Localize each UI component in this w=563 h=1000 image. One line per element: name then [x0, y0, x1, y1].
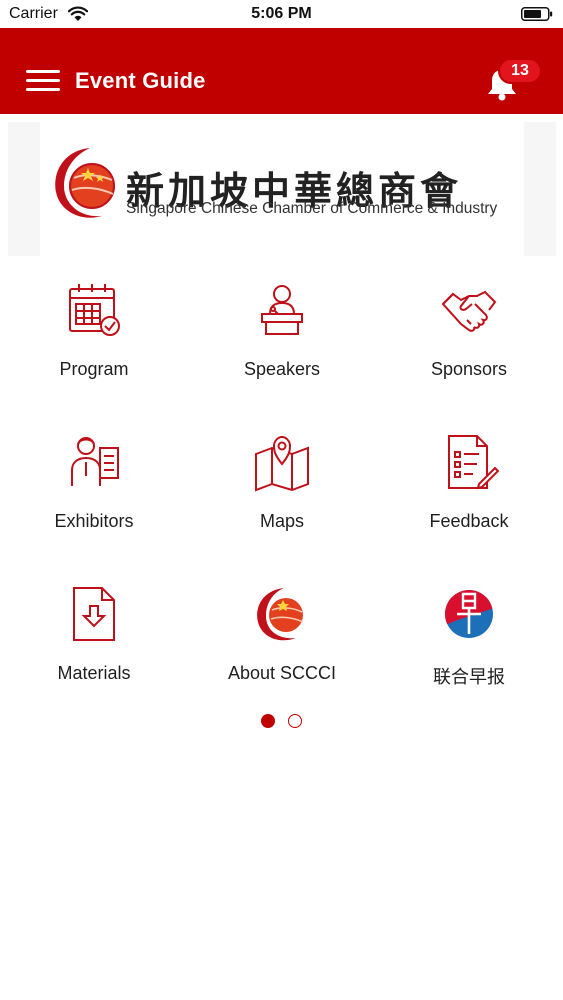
speaker-podium-icon	[261, 285, 303, 335]
menu-tile-label: Speakers	[243, 359, 321, 379]
handshake-icon	[441, 290, 497, 332]
menu-tile-exhibitors[interactable]: Exhibitors	[14, 422, 174, 552]
status-bar: Carrier 5:06 PM	[0, 0, 563, 28]
page-dot-1[interactable]	[261, 714, 275, 728]
sccci-logo-icon	[55, 148, 115, 218]
document-download-icon	[73, 587, 115, 641]
map-pin-icon	[255, 435, 309, 492]
menu-tile-sponsors[interactable]: Sponsors	[389, 270, 549, 400]
hamburger-icon-line	[26, 88, 60, 91]
menu-tile-materials[interactable]: Materials	[14, 574, 174, 704]
menu-tile-label: Maps	[259, 511, 304, 531]
menu-tile-speakers[interactable]: Speakers	[202, 270, 362, 400]
menu-tile-label: Exhibitors	[54, 511, 134, 531]
app-header: Event Guide 13	[0, 28, 563, 114]
menu-tile-label: Materials	[57, 663, 131, 683]
menu-tile-label: 联合早报	[433, 667, 505, 687]
hamburger-icon-line	[26, 79, 60, 82]
menu-tile-feedback[interactable]: Feedback	[389, 422, 549, 552]
notification-count-badge: 13	[498, 58, 542, 84]
menu-tile-label: About SCCCI	[227, 663, 337, 683]
sccci-banner[interactable]: 新加坡中華總商會 Singapore Chinese Chamber of Co…	[8, 122, 556, 256]
page-dot-2[interactable]	[288, 714, 302, 728]
menu-tile-about-sccci[interactable]: About SCCCI	[202, 574, 362, 704]
sccci-logo-icon	[257, 588, 304, 641]
feedback-form-icon	[448, 435, 499, 490]
status-time: 5:06 PM	[251, 5, 312, 22]
calendar-icon	[69, 284, 120, 336]
menu-tile-maps[interactable]: Maps	[202, 422, 362, 552]
page-indicator	[0, 713, 563, 729]
banner-content: 新加坡中華總商會 Singapore Chinese Chamber of Co…	[40, 122, 524, 256]
menu-tile-program[interactable]: Program	[14, 270, 174, 400]
zaobao-logo-icon	[445, 590, 493, 638]
hamburger-icon-line	[26, 70, 60, 73]
menu-tile-label: Program	[59, 359, 129, 379]
page-title: Event Guide	[75, 68, 206, 93]
hamburger-menu-button[interactable]	[24, 68, 62, 94]
menu-tile-zaobao[interactable]: 联合早报	[389, 574, 549, 704]
battery-icon	[521, 7, 553, 21]
exhibitor-icon	[71, 437, 119, 486]
menu-tile-label: Sponsors	[430, 359, 508, 379]
org-name-english: Singapore Chinese Chamber of Commerce & …	[126, 200, 498, 217]
menu-tile-label: Feedback	[429, 511, 509, 531]
